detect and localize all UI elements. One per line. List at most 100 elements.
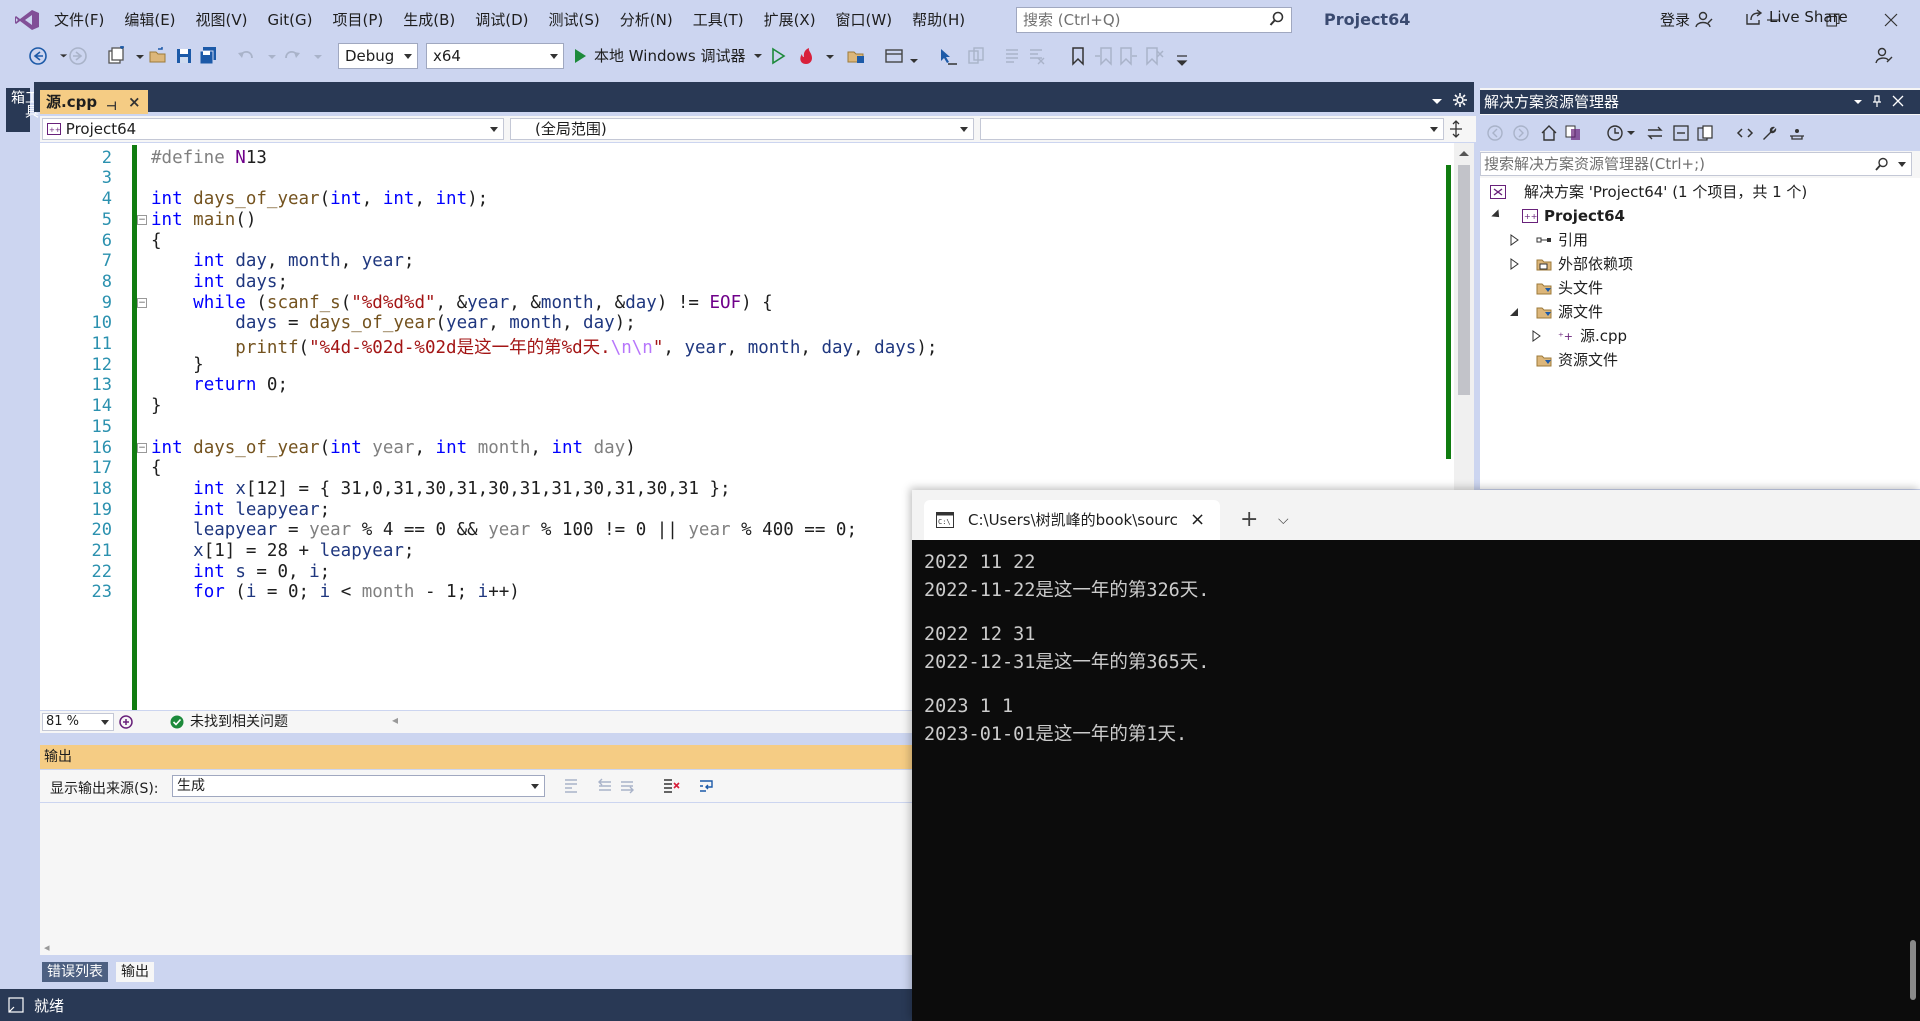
menu-debug[interactable]: 调试(D): [465, 0, 538, 40]
bookmark-icon[interactable]: [1068, 46, 1088, 66]
toolbar-overflow-icon[interactable]: [1172, 52, 1192, 72]
navigate-forward-icon[interactable]: [68, 46, 88, 66]
start-debugging-button[interactable]: 本地 Windows 调试器: [572, 44, 764, 68]
collapse-arrow-icon[interactable]: [1491, 209, 1503, 221]
tree-resource-files[interactable]: 资源文件: [1512, 348, 1618, 372]
horizontal-scroll-left-icon[interactable]: ◂: [392, 713, 398, 727]
menu-git[interactable]: Git(G): [258, 0, 323, 40]
select-element-icon[interactable]: [938, 46, 958, 66]
fold-collapse-icon[interactable]: −: [137, 442, 147, 453]
save-icon[interactable]: [174, 46, 194, 66]
close-tab-icon[interactable]: ×: [128, 90, 141, 114]
scroll-up-icon[interactable]: [1456, 147, 1472, 159]
dropdown-arrow-icon[interactable]: [904, 50, 924, 70]
display-layout-icon[interactable]: [966, 46, 986, 66]
intellicode-icon[interactable]: [118, 714, 134, 730]
settings-gear-icon[interactable]: [1452, 92, 1468, 108]
forward-icon[interactable]: [1512, 124, 1530, 142]
editor-scroll-thumb[interactable]: [1458, 165, 1470, 395]
previous-bookmark-icon[interactable]: [1094, 46, 1114, 66]
scope-nav-select[interactable]: (全局范围): [510, 118, 974, 140]
close-terminal-tab-icon[interactable]: ×: [1190, 500, 1205, 540]
switch-views-icon[interactable]: [1564, 124, 1582, 142]
previous-message-icon[interactable]: [596, 777, 614, 795]
undo-icon[interactable]: [236, 46, 256, 66]
next-bookmark-icon[interactable]: [1118, 46, 1138, 66]
dropdown-arrow-icon[interactable]: [130, 46, 150, 66]
tree-header-files[interactable]: 头文件: [1512, 276, 1603, 300]
collapse-all-icon[interactable]: [1672, 124, 1690, 142]
tab-output[interactable]: 输出: [116, 962, 154, 982]
clear-all-icon[interactable]: [662, 777, 680, 795]
properties-wrench-icon[interactable]: [1760, 124, 1778, 142]
tree-source-files[interactable]: 源文件: [1510, 300, 1603, 324]
sign-in-button[interactable]: 登录: [1660, 0, 1714, 40]
console-scrollbar-thumb[interactable]: [1910, 940, 1916, 1000]
dropdown-arrow-icon[interactable]: [262, 46, 282, 66]
layout-icon[interactable]: [884, 46, 904, 66]
pin-icon[interactable]: ⊣: [106, 94, 117, 118]
auto-hide-pin-icon[interactable]: [1870, 94, 1884, 108]
menu-file[interactable]: 文件(F): [44, 0, 114, 40]
fold-collapse-icon[interactable]: −: [137, 214, 147, 225]
tree-source-cpp[interactable]: ⁺+ 源.cpp: [1532, 324, 1627, 348]
menu-edit[interactable]: 编辑(E): [114, 0, 185, 40]
member-nav-select[interactable]: [980, 118, 1444, 140]
zoom-select[interactable]: 81 %: [42, 713, 114, 731]
tree-project[interactable]: ++ Project64: [1491, 204, 1625, 228]
clear-bookmarks-icon[interactable]: [1144, 46, 1164, 66]
solution-search-input[interactable]: 搜索解决方案资源管理器(Ctrl+;): [1480, 152, 1912, 176]
new-project-icon[interactable]: [106, 46, 126, 66]
solution-folder-icon[interactable]: [846, 46, 866, 66]
tab-error-list[interactable]: 错误列表: [42, 962, 108, 982]
tree-solution[interactable]: 解决方案 'Project64' (1 个项目，共 1 个): [1490, 180, 1807, 204]
hot-reload-icon[interactable]: [796, 46, 816, 66]
find-message-icon[interactable]: [562, 777, 580, 795]
menu-help[interactable]: 帮助(H): [902, 0, 975, 40]
redo-icon[interactable]: [282, 46, 302, 66]
console-window[interactable]: [912, 490, 1920, 1021]
global-search-input[interactable]: 搜索 (Ctrl+Q): [1016, 7, 1292, 33]
platform-select[interactable]: x64: [426, 43, 564, 69]
output-source-select[interactable]: 生成: [172, 775, 545, 797]
home-icon[interactable]: [1540, 124, 1558, 142]
menu-analyze[interactable]: 分析(N): [610, 0, 683, 40]
output-scroll-left-icon[interactable]: ◂: [44, 941, 50, 954]
menu-extensions[interactable]: 扩展(X): [754, 0, 826, 40]
show-all-files-icon[interactable]: [1696, 124, 1714, 142]
menu-test[interactable]: 测试(S): [539, 0, 610, 40]
open-file-icon[interactable]: [148, 46, 168, 66]
dropdown-arrow-icon[interactable]: [308, 46, 328, 66]
word-wrap-icon[interactable]: [698, 777, 716, 795]
configuration-select[interactable]: Debug: [338, 43, 418, 69]
close-window-button[interactable]: [1862, 0, 1920, 40]
next-message-icon[interactable]: [618, 777, 636, 795]
toolbox-tab[interactable]: 工具箱: [6, 88, 39, 132]
fold-collapse-icon[interactable]: −: [137, 297, 147, 308]
project-nav-select[interactable]: ++ Project64: [42, 118, 504, 140]
new-tab-plus-icon[interactable]: +: [1240, 500, 1260, 540]
comment-lines-icon[interactable]: [1002, 46, 1022, 66]
dropdown-arrow-icon[interactable]: [1626, 128, 1636, 138]
menu-project[interactable]: 项目(P): [323, 0, 394, 40]
tab-source-cpp[interactable]: 源.cpp ⊣ ×: [40, 90, 148, 114]
issues-indicator[interactable]: 未找到相关问题: [170, 711, 288, 733]
tab-dropdown-chevron-icon[interactable]: ⌵: [1278, 500, 1298, 540]
close-panel-icon[interactable]: [1892, 95, 1904, 107]
sync-with-document-icon[interactable]: [1646, 124, 1664, 142]
navigate-back-icon[interactable]: [28, 46, 48, 66]
expand-arrow-icon[interactable]: [1532, 330, 1542, 342]
live-share-button[interactable]: Live Share: [1745, 4, 1848, 30]
menu-build[interactable]: 生成(B): [393, 0, 465, 40]
collapse-arrow-icon[interactable]: [1508, 307, 1520, 317]
pending-changes-filter-icon[interactable]: [1606, 124, 1624, 142]
tree-references[interactable]: 引用: [1510, 228, 1588, 252]
preview-selected-items-icon[interactable]: [1788, 124, 1806, 142]
back-icon[interactable]: [1486, 124, 1504, 142]
split-window-icon[interactable]: [1448, 120, 1464, 138]
start-without-debugging-icon[interactable]: [768, 46, 788, 66]
tab-list-dropdown-icon[interactable]: [1430, 94, 1444, 108]
menu-view[interactable]: 视图(V): [186, 0, 258, 40]
search-options-dropdown-icon[interactable]: [1897, 161, 1907, 169]
menu-window[interactable]: 窗口(W): [826, 0, 903, 40]
